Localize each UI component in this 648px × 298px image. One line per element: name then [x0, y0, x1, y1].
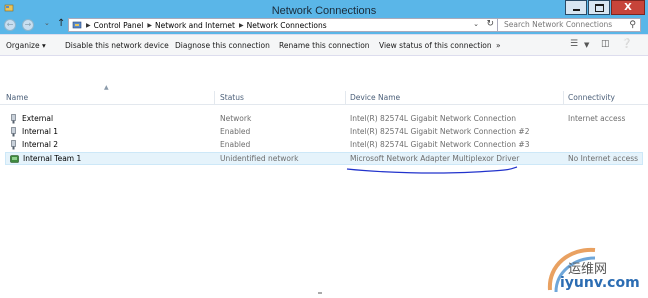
disable-device-button[interactable]: Disable this network device — [65, 41, 169, 50]
search-placeholder: Search Network Connections — [504, 20, 613, 29]
address-dropdown-chevron-icon[interactable]: ⌄ — [473, 20, 479, 28]
up-arrow-icon[interactable]: ↑ — [57, 18, 65, 29]
connection-name: Internal 1 — [22, 127, 59, 136]
network-adapter-icon — [11, 114, 16, 124]
breadcrumb-control-panel[interactable]: Control Panel — [94, 21, 144, 30]
connection-status: Unidentified network — [220, 154, 299, 163]
resize-indicator — [318, 292, 322, 294]
diagnose-connection-button[interactable]: Diagnose this connection — [175, 41, 270, 50]
more-commands-button[interactable]: » — [496, 41, 501, 50]
device-name: Intel(R) 82574L Gigabit Network Connecti… — [350, 127, 530, 136]
recent-locations-chevron-icon[interactable]: ⌄ — [44, 19, 50, 27]
back-arrow-icon: ← — [6, 20, 14, 29]
column-header-device-name[interactable]: Device Name — [350, 93, 400, 102]
device-name: Microsoft Network Adapter Multiplexor Dr… — [350, 154, 520, 163]
list-item[interactable]: Internal 2 Enabled Intel(R) 82574L Gigab… — [5, 139, 643, 152]
back-button[interactable]: ← — [4, 19, 16, 31]
maximize-icon — [595, 4, 604, 12]
help-icon[interactable]: ❔ — [621, 39, 632, 49]
search-input[interactable]: Search Network Connections ⚲ — [497, 18, 641, 32]
device-name: Intel(R) 82574L Gigabit Network Connecti… — [350, 114, 517, 123]
change-view-icon[interactable]: ☰ — [570, 39, 578, 49]
connection-name: Internal 2 — [22, 140, 59, 149]
list-item[interactable]: External Network Intel(R) 82574L Gigabit… — [5, 113, 643, 126]
connection-status: Enabled — [220, 127, 251, 136]
view-status-button[interactable]: View status of this connection — [379, 41, 492, 50]
search-icon[interactable]: ⚲ — [629, 19, 636, 31]
column-header-name[interactable]: Name — [6, 93, 28, 102]
connectivity-value: Internet access — [568, 114, 626, 123]
close-icon: X — [624, 2, 632, 13]
forward-button[interactable]: → — [22, 19, 34, 31]
network-folder-icon — [72, 21, 82, 29]
navigation-bar: ← → ⌄ ↑ ▶ Control Panel ▶ Network and In… — [0, 16, 648, 34]
breadcrumb-network-connections[interactable]: Network Connections — [247, 21, 327, 30]
column-headers: Name Status Device Name Connectivity — [0, 91, 648, 105]
connection-name: Internal Team 1 — [23, 154, 82, 163]
device-name: Intel(R) 82574L Gigabit Network Connecti… — [350, 140, 530, 149]
view-options-chevron-icon[interactable]: ▼ — [584, 41, 589, 49]
address-bar[interactable]: ▶ Control Panel ▶ Network and Internet ▶… — [68, 18, 500, 32]
forward-arrow-icon: → — [24, 20, 32, 29]
breadcrumb-separator-icon: ▶ — [147, 21, 152, 29]
column-header-status[interactable]: Status — [220, 93, 244, 102]
connection-status: Enabled — [220, 140, 251, 149]
minimize-button[interactable] — [565, 0, 587, 15]
rename-connection-button[interactable]: Rename this connection — [279, 41, 370, 50]
breadcrumb-separator-icon: ▶ — [86, 21, 91, 29]
sort-ascending-icon: ▲ — [104, 84, 109, 91]
annotation-underline — [346, 166, 518, 174]
column-header-connectivity[interactable]: Connectivity — [568, 93, 615, 102]
column-divider[interactable] — [214, 91, 215, 105]
team-adapter-icon — [10, 155, 19, 163]
column-divider[interactable] — [563, 91, 564, 105]
close-button[interactable]: X — [611, 0, 645, 15]
list-item-selected[interactable]: Internal Team 1 Unidentified network Mic… — [5, 152, 643, 165]
connection-status: Network — [220, 114, 252, 123]
connectivity-value: No Internet access — [568, 154, 639, 163]
window-controls: X — [564, 0, 645, 16]
minimize-icon — [573, 9, 580, 11]
network-adapter-icon — [11, 140, 16, 150]
network-adapter-icon — [11, 127, 16, 137]
list-item[interactable]: Internal 1 Enabled Intel(R) 82574L Gigab… — [5, 126, 643, 139]
maximize-button[interactable] — [588, 0, 610, 15]
command-bar: Organize ▾ Disable this network device D… — [0, 34, 648, 56]
organize-menu-button[interactable]: Organize ▾ — [6, 41, 46, 50]
connection-name: External — [22, 114, 54, 123]
column-divider[interactable] — [345, 91, 346, 105]
preview-pane-icon[interactable]: ◫ — [601, 39, 610, 49]
watermark-url: iyunv.com — [560, 275, 640, 291]
breadcrumb-network-and-internet[interactable]: Network and Internet — [155, 21, 235, 30]
breadcrumb-separator-icon: ▶ — [238, 21, 244, 29]
refresh-icon[interactable]: ↻ — [486, 19, 494, 29]
